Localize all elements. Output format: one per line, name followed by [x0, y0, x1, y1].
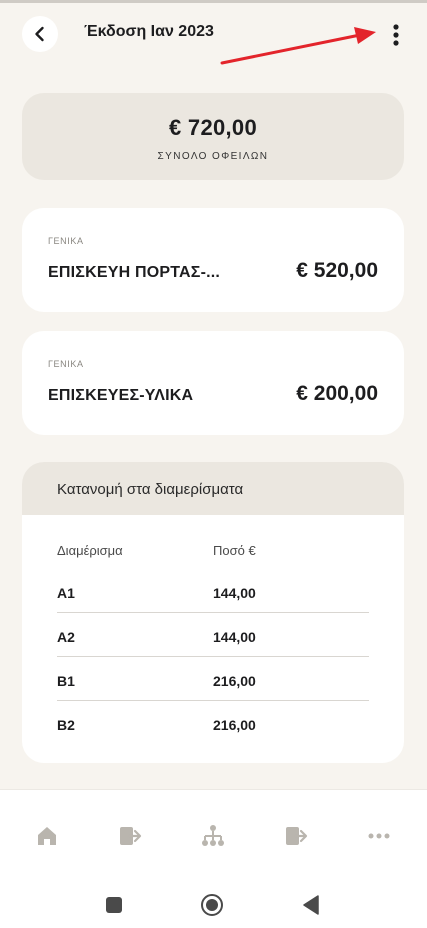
nav-home[interactable] — [27, 822, 67, 850]
home-system-button[interactable] — [199, 892, 225, 918]
amount-cell: 144,00 — [213, 629, 256, 645]
nav-expenses[interactable] — [110, 822, 150, 850]
allocation-title: Κατανομή στα διαμερίσματα — [57, 481, 244, 498]
total-dues-card: € 720,00 ΣΥΝΟΛΟ ΟΦΕΙΛΩΝ — [22, 93, 404, 180]
expense-name: ΕΠΙΣΚΕΥΗ ΠΟΡΤΑΣ-... — [48, 264, 221, 281]
table-row: A2 144,00 — [57, 613, 369, 657]
expense-name: ΕΠΙΣΚΕΥΕΣ-ΥΛΙΚΑ — [48, 387, 194, 404]
nav-structure[interactable] — [193, 822, 233, 850]
apartment-cell: A1 — [57, 585, 75, 601]
home-icon — [38, 827, 56, 845]
nav-more[interactable] — [359, 822, 399, 850]
recent-apps-icon — [106, 897, 122, 913]
total-amount: € 720,00 — [168, 115, 258, 140]
hierarchy-icon — [202, 825, 224, 846]
expense-card[interactable]: ΓΕΝΙΚΑ ΕΠΙΣΚΕΥΗ ΠΟΡΤΑΣ-... € 520,00 — [22, 208, 404, 312]
amount-cell: 216,00 — [213, 673, 256, 689]
allocation-header: Κατανομή στα διαμερίσματα — [22, 462, 404, 515]
expense-amount: € 520,00 — [296, 259, 378, 282]
expense-category: ΓΕΝΙΚΑ — [48, 359, 84, 369]
expense-card[interactable]: ΓΕΝΙΚΑ ΕΠΙΣΚΕΥΕΣ-ΥΛΙΚΑ € 200,00 — [22, 331, 404, 435]
total-label: ΣΥΝΟΛΟ ΟΦΕΙΛΩΝ — [157, 151, 269, 162]
amount-cell: 144,00 — [213, 585, 256, 601]
expense-category: ΓΕΝΙΚΑ — [48, 236, 84, 246]
wallet-exit-icon — [120, 827, 142, 845]
home-circle-icon — [201, 894, 223, 916]
nav-payments[interactable] — [276, 822, 316, 850]
back-system-button[interactable] — [298, 892, 324, 918]
recent-apps-button[interactable] — [101, 892, 127, 918]
table-row: B2 216,00 — [57, 701, 369, 745]
column-header-amount: Ποσό € — [213, 543, 256, 558]
column-header-apartment: Διαμέρισμα — [57, 543, 123, 558]
apartment-cell: B1 — [57, 673, 75, 689]
amount-cell: 216,00 — [213, 717, 256, 733]
allocation-card: Κατανομή στα διαμερίσματα Διαμέρισμα Ποσ… — [22, 462, 404, 763]
wallet-exit-icon — [286, 827, 308, 845]
table-row: B1 216,00 — [57, 657, 369, 701]
apartment-cell: B2 — [57, 717, 75, 733]
back-triangle-icon — [303, 895, 319, 915]
annotation-arrow — [220, 27, 376, 65]
more-horizontal-icon — [368, 833, 390, 839]
table-row: A1 144,00 — [57, 569, 369, 613]
system-navigation-bar — [0, 882, 427, 928]
expense-amount: € 200,00 — [296, 382, 378, 405]
apartment-cell: A2 — [57, 629, 75, 645]
